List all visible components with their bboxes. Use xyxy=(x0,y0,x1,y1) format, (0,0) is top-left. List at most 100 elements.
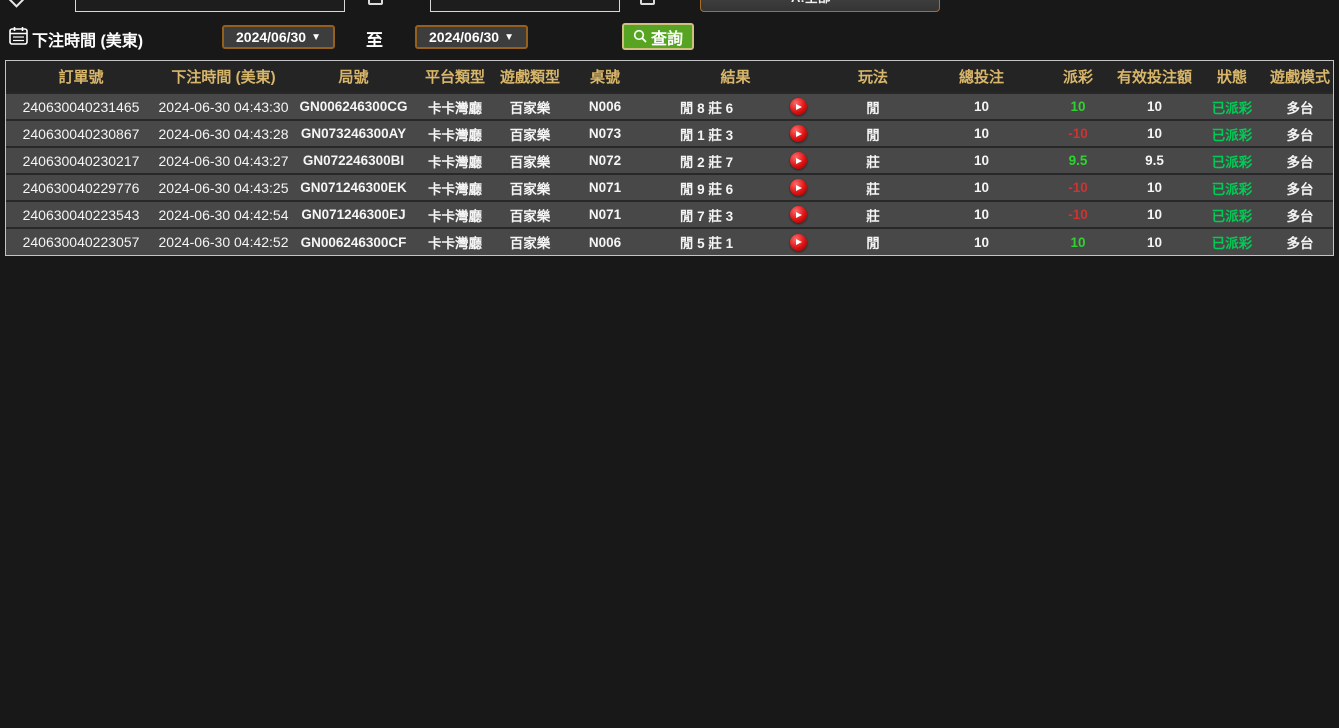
category-select[interactable]: A:全部 ▼ xyxy=(700,0,940,12)
cell-play: 莊 xyxy=(827,174,919,201)
table-header: 訂單號下注時間 (美東)局號平台類型遊戲類型桌號結果玩法總投注派彩有效投注額狀態… xyxy=(6,61,1333,93)
date-from-value: 2024/06/30 xyxy=(236,29,306,45)
cell-replay xyxy=(769,147,827,174)
column-header-play: 玩法 xyxy=(827,61,919,93)
cell-replay xyxy=(769,201,827,228)
filter-input-2[interactable] xyxy=(430,0,620,12)
cell-table-no: N006 xyxy=(566,93,644,120)
cell-status: 已派彩 xyxy=(1197,147,1267,174)
chevron-down-icon: ▼ xyxy=(504,32,514,43)
cell-round: GN006246300CF xyxy=(291,228,416,255)
cell-total-bet: 10 xyxy=(919,201,1044,228)
table-row: 2406300402308672024-06-30 04:43:28GN0732… xyxy=(6,120,1333,147)
cell-result: 閒 8 莊 6 xyxy=(644,93,769,120)
date-from-select[interactable]: 2024/06/30 ▼ xyxy=(222,25,335,49)
play-icon[interactable] xyxy=(790,179,807,196)
cell-platform: 卡卡灣廳 xyxy=(416,147,494,174)
cell-payout: 10 xyxy=(1044,93,1112,120)
table-row: 2406300402302172024-06-30 04:43:27GN0722… xyxy=(6,147,1333,174)
cell-round: GN071246300EJ xyxy=(291,201,416,228)
cell-platform: 卡卡灣廳 xyxy=(416,120,494,147)
column-header-valid_bet: 有效投注額 xyxy=(1112,61,1197,93)
table-row: 2406300402235432024-06-30 04:42:54GN0712… xyxy=(6,201,1333,228)
cell-game: 百家樂 xyxy=(494,174,566,201)
cell-total-bet: 10 xyxy=(919,228,1044,255)
date-to-value: 2024/06/30 xyxy=(429,29,499,45)
cell-order: 240630040223057 xyxy=(6,228,156,255)
cell-game: 百家樂 xyxy=(494,147,566,174)
cell-table-no: N006 xyxy=(566,228,644,255)
cell-mode: 多台 xyxy=(1267,93,1333,120)
cell-game: 百家樂 xyxy=(494,120,566,147)
cell-mode: 多台 xyxy=(1267,228,1333,255)
cell-platform: 卡卡灣廳 xyxy=(416,93,494,120)
cell-platform: 卡卡灣廳 xyxy=(416,201,494,228)
cell-round: GN006246300CG xyxy=(291,93,416,120)
date-to-select[interactable]: 2024/06/30 ▼ xyxy=(415,25,528,49)
filter-input-1[interactable] xyxy=(75,0,345,12)
search-icon xyxy=(633,29,648,44)
cell-valid-bet: 10 xyxy=(1112,201,1197,228)
cell-total-bet: 10 xyxy=(919,120,1044,147)
chevron-down-icon: ▼ xyxy=(920,0,929,1)
cell-table-no: N071 xyxy=(566,174,644,201)
cell-play: 閒 xyxy=(827,93,919,120)
bet-records-table: 訂單號下注時間 (美東)局號平台類型遊戲類型桌號結果玩法總投注派彩有效投注額狀態… xyxy=(5,60,1334,256)
cell-status: 已派彩 xyxy=(1197,93,1267,120)
cell-mode: 多台 xyxy=(1267,120,1333,147)
top-filter-row: A:全部 ▼ xyxy=(0,0,1339,14)
cell-table-no: N071 xyxy=(566,201,644,228)
play-icon[interactable] xyxy=(790,125,807,142)
bet-time-label: 下注時間 (美東) xyxy=(32,27,143,51)
diamond-filter-icon xyxy=(7,0,25,8)
table-row: 2406300402314652024-06-30 04:43:30GN0062… xyxy=(6,93,1333,120)
to-label: 至 xyxy=(366,26,383,51)
cell-time: 2024-06-30 04:43:30 xyxy=(156,93,291,120)
column-header-result: 結果 xyxy=(644,61,827,93)
play-icon[interactable] xyxy=(790,206,807,223)
cell-order: 240630040230217 xyxy=(6,147,156,174)
column-header-mode: 遊戲模式 xyxy=(1267,61,1333,93)
cell-replay xyxy=(769,174,827,201)
cell-total-bet: 10 xyxy=(919,93,1044,120)
play-icon[interactable] xyxy=(790,152,807,169)
cell-game: 百家樂 xyxy=(494,93,566,120)
category-select-value: A:全部 xyxy=(711,0,920,6)
cell-order: 240630040223543 xyxy=(6,201,156,228)
cell-result: 閒 2 莊 7 xyxy=(644,147,769,174)
cell-status: 已派彩 xyxy=(1197,174,1267,201)
query-button[interactable]: 查詢 xyxy=(622,23,694,50)
cell-order: 240630040229776 xyxy=(6,174,156,201)
table-row: 2406300402297762024-06-30 04:43:25GN0712… xyxy=(6,174,1333,201)
column-header-order: 訂單號 xyxy=(6,61,156,93)
cell-payout: -10 xyxy=(1044,174,1112,201)
cell-replay xyxy=(769,120,827,147)
chevron-down-icon: ▼ xyxy=(311,32,321,43)
cell-platform: 卡卡灣廳 xyxy=(416,228,494,255)
cell-time: 2024-06-30 04:42:54 xyxy=(156,201,291,228)
cell-valid-bet: 10 xyxy=(1112,120,1197,147)
cell-status: 已派彩 xyxy=(1197,120,1267,147)
cell-round: GN072246300BI xyxy=(291,147,416,174)
play-icon[interactable] xyxy=(790,234,807,251)
cell-play: 閒 xyxy=(827,120,919,147)
cell-time: 2024-06-30 04:43:25 xyxy=(156,174,291,201)
column-header-platform: 平台類型 xyxy=(416,61,494,93)
cell-table-no: N073 xyxy=(566,120,644,147)
cell-round: GN073246300AY xyxy=(291,120,416,147)
cell-replay xyxy=(769,93,827,120)
cell-status: 已派彩 xyxy=(1197,228,1267,255)
cell-play: 莊 xyxy=(827,147,919,174)
cell-total-bet: 10 xyxy=(919,147,1044,174)
play-icon[interactable] xyxy=(790,98,807,115)
cell-order: 240630040230867 xyxy=(6,120,156,147)
cell-payout: -10 xyxy=(1044,120,1112,147)
column-header-payout: 派彩 xyxy=(1044,61,1112,93)
cell-total-bet: 10 xyxy=(919,174,1044,201)
column-header-table_no: 桌號 xyxy=(566,61,644,93)
cell-game: 百家樂 xyxy=(494,201,566,228)
bet-time-filter-row: 下注時間 (美東) 2024/06/30 ▼ 至 2024/06/30 ▼ 查詢 xyxy=(0,20,1339,54)
cell-table-no: N072 xyxy=(566,147,644,174)
cell-time: 2024-06-30 04:43:28 xyxy=(156,120,291,147)
cell-payout: 10 xyxy=(1044,228,1112,255)
